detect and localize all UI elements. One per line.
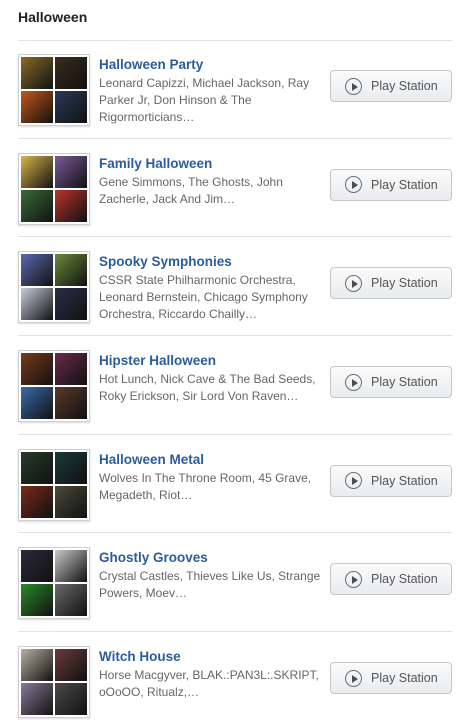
album-cover: [21, 57, 53, 89]
station-row: Spooky Symphonies CSSR State Philharmoni…: [18, 237, 452, 337]
station-artwork[interactable]: [18, 54, 90, 126]
album-cover: [55, 485, 87, 518]
play-station-label: Play Station: [371, 177, 438, 192]
station-artwork[interactable]: [18, 448, 90, 521]
album-cover: [21, 485, 53, 518]
play-station-label: Play Station: [371, 572, 438, 587]
album-cover: [55, 353, 87, 386]
station-artists: Gene Simmons, The Ghosts, John Zacherle,…: [99, 174, 283, 206]
play-station-label: Play Station: [371, 375, 438, 390]
album-cover: [55, 189, 87, 222]
station-artwork[interactable]: [18, 646, 90, 719]
album-cover: [55, 649, 87, 682]
album-cover: [21, 584, 53, 617]
album-cover: [21, 649, 53, 682]
play-station-label: Play Station: [371, 79, 438, 93]
station-name-link[interactable]: Witch House: [99, 648, 324, 666]
play-station-label: Play Station: [371, 473, 438, 488]
station-artwork[interactable]: [18, 251, 90, 324]
play-station-button[interactable]: Play Station: [330, 168, 452, 201]
album-cover: [55, 584, 87, 617]
album-cover: [21, 451, 53, 484]
play-icon: [345, 77, 362, 95]
play-icon: [345, 373, 362, 391]
station-artists: Hot Lunch, Nick Cave & The Bad Seeds, Ro…: [99, 372, 316, 404]
album-cover: [21, 91, 53, 123]
album-cover: [55, 288, 87, 321]
station-artwork[interactable]: [18, 350, 90, 423]
station-row: Family Halloween Gene Simmons, The Ghost…: [18, 139, 452, 238]
play-station-button[interactable]: Play Station: [330, 662, 452, 695]
play-station-button[interactable]: Play Station: [330, 70, 452, 102]
play-icon: [345, 570, 362, 588]
station-list: Halloween Party Leonard Capizzi, Michael…: [18, 40, 452, 720]
play-station-button[interactable]: Play Station: [330, 563, 452, 596]
station-name-link[interactable]: Family Halloween: [99, 155, 324, 173]
album-cover: [21, 288, 53, 321]
station-name-link[interactable]: Halloween Metal: [99, 451, 324, 469]
station-row: Hipster Halloween Hot Lunch, Nick Cave &…: [18, 336, 452, 435]
album-cover: [55, 91, 87, 123]
play-icon: [345, 176, 362, 194]
station-row: Witch House Horse Macgyver, BLAK.:PAN3L:…: [18, 632, 452, 720]
play-station-button[interactable]: Play Station: [330, 366, 452, 399]
play-station-label: Play Station: [371, 276, 438, 291]
station-name-link[interactable]: Halloween Party: [99, 56, 324, 74]
station-row: Halloween Metal Wolves In The Throne Roo…: [18, 435, 452, 534]
album-cover: [55, 387, 87, 420]
album-cover: [21, 387, 53, 420]
album-cover: [21, 155, 53, 188]
play-station-button[interactable]: Play Station: [330, 464, 452, 497]
album-cover: [21, 189, 53, 222]
station-name-link[interactable]: Hipster Halloween: [99, 352, 324, 370]
play-icon: [345, 669, 362, 687]
station-artists: Crystal Castles, Thieves Like Us, Strang…: [99, 569, 321, 601]
station-artwork[interactable]: [18, 152, 90, 225]
station-row: Halloween Party Leonard Capizzi, Michael…: [18, 40, 452, 139]
play-icon: [345, 274, 362, 292]
album-cover: [55, 254, 87, 287]
station-artists: CSSR State Philharmonic Orchestra, Leona…: [99, 273, 308, 322]
play-station-label: Play Station: [371, 671, 438, 686]
album-cover: [55, 451, 87, 484]
album-cover: [21, 353, 53, 386]
section-title: Halloween: [18, 9, 88, 25]
station-artwork[interactable]: [18, 547, 90, 620]
album-cover: [55, 683, 87, 716]
album-cover: [55, 57, 87, 89]
album-cover: [21, 254, 53, 287]
station-artists: Horse Macgyver, BLAK.:PAN3L:.SKRIPT, oOo…: [99, 668, 319, 700]
album-cover: [21, 683, 53, 716]
play-icon: [345, 472, 362, 490]
station-name-link[interactable]: Ghostly Grooves: [99, 549, 324, 567]
station-artists: Wolves In The Throne Room, 45 Grave, Meg…: [99, 470, 312, 502]
station-artists: Leonard Capizzi, Michael Jackson, Ray Pa…: [99, 76, 310, 124]
station-name-link[interactable]: Spooky Symphonies: [99, 253, 324, 271]
album-cover: [21, 550, 53, 583]
album-cover: [55, 550, 87, 583]
station-row: Ghostly Grooves Crystal Castles, Thieves…: [18, 533, 452, 633]
album-cover: [55, 155, 87, 188]
play-station-button[interactable]: Play Station: [330, 267, 452, 300]
